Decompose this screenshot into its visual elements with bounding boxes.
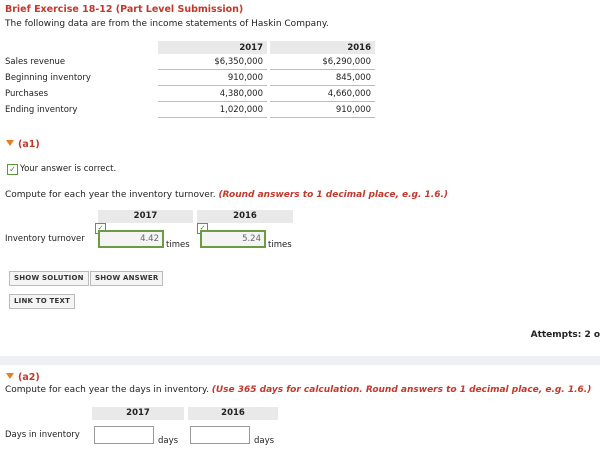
check-icon: ✓ (7, 164, 18, 175)
expand-triangle-icon (6, 373, 14, 379)
unit-times-2017: times (166, 240, 190, 250)
unit-days-2017: days (158, 436, 179, 446)
link-to-text-button[interactable]: LINK TO TEXT (9, 294, 76, 309)
table-row: Sales revenue $6,350,000 $6,290,000 (4, 54, 375, 70)
intro-text: The following data are from the income s… (5, 19, 329, 29)
show-answer-button[interactable]: SHOW ANSWER (90, 271, 164, 286)
section-divider (0, 356, 600, 365)
part-a2-header[interactable]: (a2) (6, 372, 40, 383)
unit-days-2016: days (254, 436, 275, 446)
a2-year-2017: 2017 (92, 407, 184, 420)
a2-year-2016: 2016 (188, 407, 278, 420)
days-in-inventory-2017-input[interactable] (94, 426, 154, 444)
attempts-counter: Attempts: 2 of (530, 330, 600, 340)
inventory-turnover-label: Inventory turnover (5, 234, 85, 244)
correct-message: ✓ Your answer is correct. (7, 164, 116, 175)
a1-instruction: Compute for each year the inventory turn… (5, 190, 449, 200)
year-header-2016: 2016 (270, 41, 375, 54)
table-row: Purchases 4,380,000 4,660,000 (4, 85, 375, 102)
income-data-table: 2017 2016 Sales revenue $6,350,000 $6,29… (4, 41, 375, 118)
days-in-inventory-2016-input[interactable] (190, 426, 250, 444)
a1-year-2016: 2016 (197, 210, 293, 223)
inventory-turnover-2017-input[interactable]: 4.42 (98, 230, 164, 248)
table-row: Ending inventory 1,020,000 910,000 (4, 101, 375, 118)
table-row: Beginning inventory 910,000 845,000 (4, 69, 375, 86)
unit-times-2016: times (268, 240, 292, 250)
expand-triangle-icon (6, 140, 14, 146)
a2-instruction: Compute for each year the days in invent… (5, 385, 592, 395)
part-a1-header[interactable]: (a1) (6, 139, 40, 150)
year-header-2017: 2017 (158, 41, 267, 54)
exercise-title: Brief Exercise 18-12 (Part Level Submiss… (5, 4, 244, 15)
days-in-inventory-label: Days in inventory (5, 430, 80, 440)
a1-year-2017: 2017 (98, 210, 193, 223)
show-solution-button[interactable]: SHOW SOLUTION (9, 271, 89, 286)
inventory-turnover-2016-input[interactable]: 5.24 (200, 230, 266, 248)
